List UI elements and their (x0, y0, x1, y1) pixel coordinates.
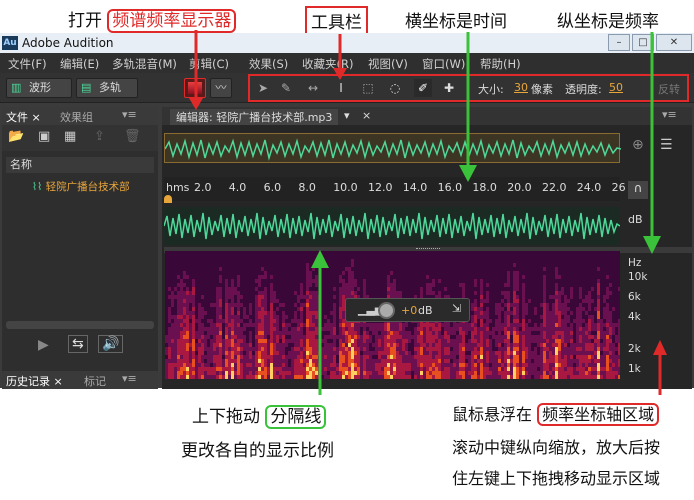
annotation-drag-highlight: 分隔线 (265, 405, 327, 429)
arrow-hover-head (653, 340, 667, 355)
annotation-hover-highlight: 频率坐标轴区域 (537, 403, 660, 426)
arrow-freq-axis-head (643, 236, 661, 254)
arrow-open-head (189, 98, 203, 110)
annotation-hover-prefix: 鼠标悬浮在 (452, 405, 533, 424)
arrow-divider-head (311, 250, 329, 268)
annotation-hover: 鼠标悬浮在 频率坐标轴区域 (452, 401, 660, 426)
arrow-toolbar-head (333, 68, 347, 80)
annotation-drag: 上下拖动 分隔线 (192, 402, 327, 429)
annotation-drag-prefix: 上下拖动 (192, 407, 260, 427)
annotation-scroll-line2: 住左键上下拖拽移动显示区域 (452, 469, 661, 488)
annotation-scroll-line1: 滚动中键纵向缩放，放大后按 (452, 438, 661, 457)
arrow-time-axis-head (459, 165, 477, 182)
annotation-drag-suffix: 更改各自的显示比例 (181, 441, 334, 461)
